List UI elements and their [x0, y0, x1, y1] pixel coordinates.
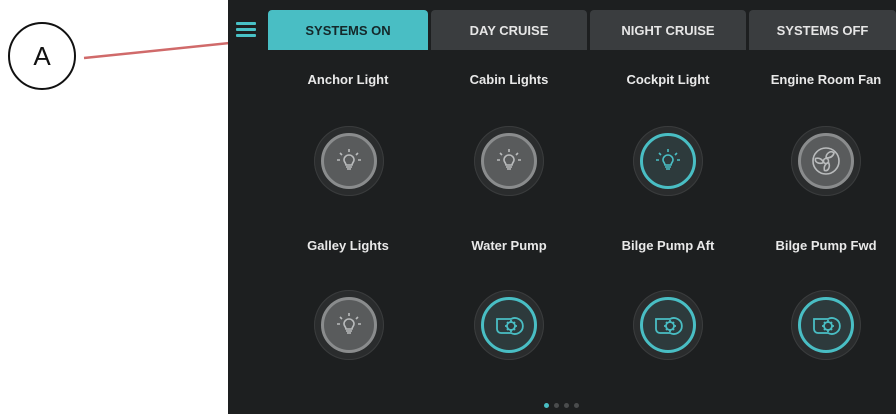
mode-tab-bar: SYSTEMS ON DAY CRUISE NIGHT CRUISE SYSTE…: [228, 10, 896, 50]
page-indicator[interactable]: [544, 403, 579, 408]
cabin-lights-toggle[interactable]: [474, 126, 544, 196]
water-pump-toggle[interactable]: [474, 290, 544, 360]
galley-lights-toggle[interactable]: [314, 290, 384, 360]
tab-systems-on[interactable]: SYSTEMS ON: [268, 10, 428, 50]
page-dot[interactable]: [564, 403, 569, 408]
control-label-water-pump: Water Pump: [471, 238, 547, 253]
pump-icon: [496, 317, 524, 335]
control-label-bilge-pump-fwd: Bilge Pump Fwd: [775, 238, 877, 253]
page-dot[interactable]: [554, 403, 559, 408]
light-bulb-icon: [497, 149, 521, 170]
bilge-pump-fwd-toggle[interactable]: [791, 290, 861, 360]
cockpit-light-toggle[interactable]: [633, 126, 703, 196]
light-bulb-icon: [337, 313, 361, 334]
hamburger-menu-icon[interactable]: [236, 22, 256, 38]
control-label-engine-room-fan: Engine Room Fan: [770, 72, 882, 87]
bilge-pump-aft-toggle[interactable]: [633, 290, 703, 360]
control-label-bilge-pump-aft: Bilge Pump Aft: [621, 238, 715, 253]
control-label-galley-lights: Galley Lights: [307, 238, 389, 253]
callout-label: A: [33, 40, 51, 71]
pump-icon: [655, 317, 683, 335]
page-dot[interactable]: [574, 403, 579, 408]
anchor-light-toggle[interactable]: [314, 126, 384, 196]
tab-systems-off[interactable]: SYSTEMS OFF: [749, 10, 896, 50]
control-label-cockpit-light: Cockpit Light: [626, 72, 710, 87]
light-bulb-icon: [337, 149, 361, 170]
tab-night-cruise[interactable]: NIGHT CRUISE: [590, 10, 746, 50]
fan-icon: [812, 147, 840, 175]
light-bulb-icon: [656, 149, 680, 170]
tab-day-cruise[interactable]: DAY CRUISE: [431, 10, 587, 50]
control-label-anchor-light: Anchor Light: [307, 72, 389, 87]
pump-icon: [813, 317, 841, 335]
callout-a: A: [8, 22, 76, 90]
control-label-cabin-lights: Cabin Lights: [469, 72, 549, 87]
app-screen: SYSTEMS ON DAY CRUISE NIGHT CRUISE SYSTE…: [228, 0, 896, 414]
page-dot[interactable]: [544, 403, 549, 408]
engine-room-fan-toggle[interactable]: [791, 126, 861, 196]
